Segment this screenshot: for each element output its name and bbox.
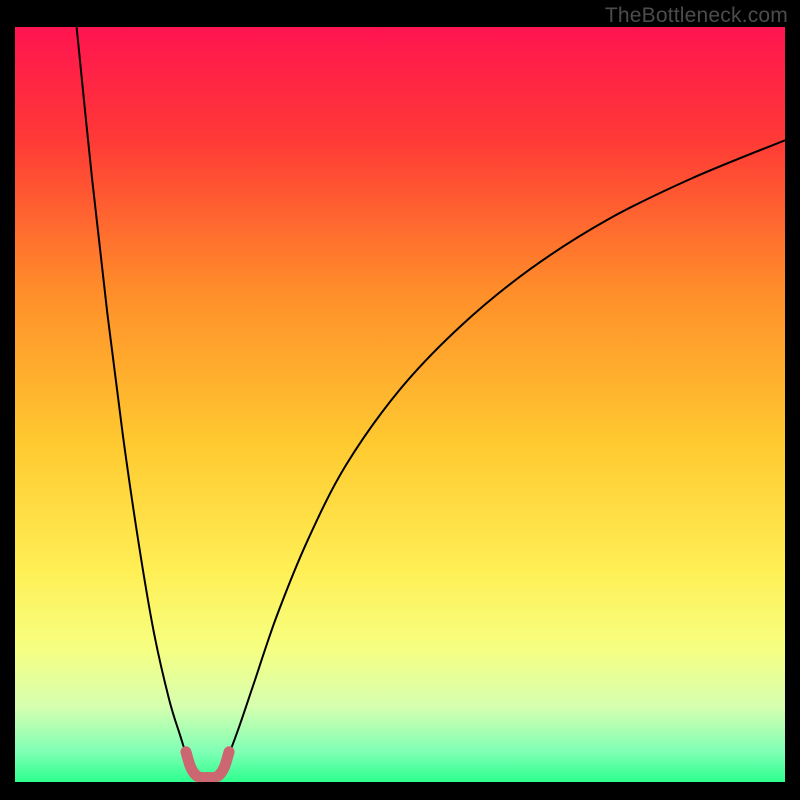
- chart-svg: [15, 27, 785, 782]
- plot-area: [15, 27, 785, 782]
- watermark-text: TheBottleneck.com: [605, 4, 788, 28]
- gradient-background: [15, 27, 785, 782]
- chart-frame: TheBottleneck.com: [0, 0, 800, 800]
